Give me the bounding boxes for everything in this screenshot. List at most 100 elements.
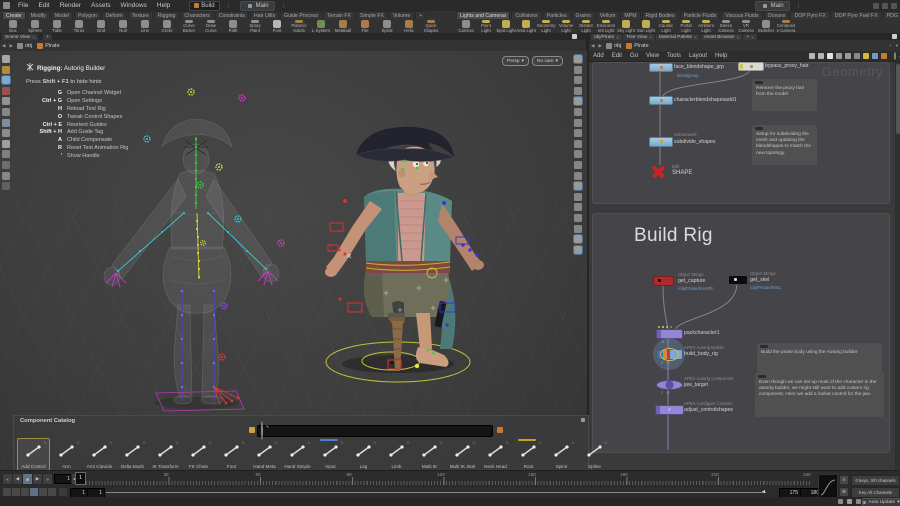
shelf-tool[interactable]: Sky Light xyxy=(616,19,636,33)
path-node[interactable]: Pirate xyxy=(45,43,59,49)
shelf-tool[interactable]: Sun Light xyxy=(636,19,656,33)
shelf-tab[interactable]: Terrain FX xyxy=(323,11,355,19)
star-icon[interactable]: ☆ xyxy=(208,440,212,446)
close-icon[interactable]: × xyxy=(694,35,697,40)
catalog-item[interactable]: ☆ Leg xyxy=(347,438,380,471)
star-icon[interactable]: ☆ xyxy=(340,440,344,446)
close-icon[interactable]: × xyxy=(32,35,35,40)
star-icon[interactable]: ☆ xyxy=(505,440,509,446)
shelf-tool[interactable]: Sphere xyxy=(24,19,46,33)
filter-star-icon[interactable] xyxy=(249,427,255,433)
grid-display-icon[interactable] xyxy=(574,203,582,211)
star-icon[interactable]: ☆ xyxy=(142,440,146,446)
shelf-tab[interactable]: Constraints xyxy=(215,11,249,19)
menu-item[interactable]: View xyxy=(642,53,663,59)
snapshot-icon[interactable] xyxy=(827,53,833,59)
shelf-tab[interactable]: Lights and Cameras xyxy=(456,11,510,19)
list-icon[interactable] xyxy=(845,53,851,59)
menu-item[interactable]: File xyxy=(13,2,33,9)
shelf-tab[interactable]: Vellum xyxy=(596,11,620,19)
shelf-tool[interactable]: Draw Curve xyxy=(200,19,222,33)
star-icon[interactable]: ☆ xyxy=(406,440,410,446)
shelf-tool[interactable]: Ambient Light xyxy=(696,19,716,33)
shelf-tab[interactable]: Rigid Bodies xyxy=(642,11,679,19)
node-subdivide-shapes[interactable] xyxy=(649,137,673,147)
menu-item[interactable]: Layout xyxy=(685,53,711,59)
catalog-item[interactable]: ☆ Spline xyxy=(578,438,611,471)
star-icon[interactable]: ☆ xyxy=(175,440,179,446)
forward-icon[interactable]: ▶ xyxy=(9,43,12,49)
points-display-icon[interactable] xyxy=(574,97,582,105)
shelf-tool[interactable]: Torus xyxy=(68,19,90,33)
pane-maximize-icon[interactable] xyxy=(892,34,897,39)
lock-icon[interactable] xyxy=(574,76,582,84)
catalog-item[interactable]: ☆ IK Transform xyxy=(149,438,182,471)
key-tool-icon[interactable] xyxy=(2,150,10,158)
star-icon[interactable]: ☆ xyxy=(538,440,542,446)
shelf-tool[interactable]: Platonic Solids xyxy=(288,19,310,33)
sticky-collapse-icon[interactable] xyxy=(755,127,763,130)
catalog-item[interactable]: ☆ Hand Meta xyxy=(248,438,281,471)
pirate-character[interactable] xyxy=(325,127,484,382)
shelf-tool[interactable]: Caustic Light xyxy=(656,19,676,33)
sticky-note[interactable]: Even though we can set up most of the ch… xyxy=(755,373,884,417)
timeline-ruler[interactable]: 306090120150180210240 1 xyxy=(77,473,810,485)
pane-link-main-right[interactable]: Main xyxy=(755,1,790,11)
scale-tool-icon[interactable] xyxy=(2,97,10,105)
path-context[interactable]: obj xyxy=(25,43,32,49)
node-face-blendshape-grp[interactable] xyxy=(649,63,673,72)
normals-icon[interactable] xyxy=(574,108,582,116)
node-get-skel[interactable] xyxy=(728,275,748,285)
star-icon[interactable]: ☆ xyxy=(604,440,608,446)
node-characterblendshapesadd1[interactable] xyxy=(649,96,673,105)
shelf-tool[interactable]: Spot Light xyxy=(496,19,516,33)
catalog-item[interactable]: ☆ FK Chain xyxy=(182,438,215,471)
menu-item[interactable]: Edit xyxy=(608,53,626,59)
shelf-tool[interactable]: Spray Paint xyxy=(244,19,266,33)
pose-tool-icon[interactable] xyxy=(2,108,10,116)
shelf-tool[interactable]: Grid xyxy=(90,19,112,33)
shelf-tool[interactable]: Environment Light xyxy=(596,19,616,33)
desktop-selector[interactable]: Build xyxy=(189,1,219,11)
shelf-tab[interactable]: Texture xyxy=(128,11,153,19)
snap-tool-icon[interactable] xyxy=(2,129,10,137)
close-icon[interactable]: × xyxy=(737,35,740,40)
menu-item[interactable]: Help xyxy=(711,53,731,59)
network-scrollbar[interactable] xyxy=(896,62,900,470)
layout-icon[interactable] xyxy=(873,3,879,9)
shade-mode-icon[interactable] xyxy=(574,66,582,74)
shelf-tab[interactable]: Viscous Fluids xyxy=(721,11,762,19)
channel-list-icon[interactable]: ≡ xyxy=(839,475,849,485)
memory-icon[interactable] xyxy=(856,499,861,504)
star-icon[interactable]: ☆ xyxy=(472,440,476,446)
node-jaw-target[interactable] xyxy=(656,380,683,390)
pane-split-icon[interactable] xyxy=(882,3,888,9)
sticky-note[interactable]: Setup for subdividing the mesh and updat… xyxy=(752,125,817,165)
close-icon[interactable]: × xyxy=(616,35,619,40)
auto-update-dropdown[interactable]: Auto Update ▾ xyxy=(862,498,900,506)
star-icon[interactable]: ☆ xyxy=(439,440,443,446)
shape-palette-icon[interactable] xyxy=(872,53,878,59)
grid-icon[interactable] xyxy=(836,53,842,59)
cameras-icon[interactable] xyxy=(574,193,582,201)
shelf-tool[interactable]: Null xyxy=(112,19,134,33)
cook-status-icon[interactable] xyxy=(847,499,852,504)
sticky-collapse-icon[interactable] xyxy=(758,375,766,378)
menu-item[interactable]: Add xyxy=(589,53,608,59)
node-shape-error[interactable] xyxy=(652,165,665,178)
close-icon[interactable] xyxy=(891,3,897,9)
sticky-note[interactable]: Remove the proxy hair from the model xyxy=(752,79,817,111)
catalog-item[interactable]: ☆ Arm Clavicle xyxy=(83,438,116,471)
menu-item[interactable]: Go xyxy=(626,53,642,59)
menu-item[interactable]: Edit xyxy=(33,2,54,9)
star-icon[interactable]: ☆ xyxy=(76,440,80,446)
shelf-tool[interactable]: Quick Shapes xyxy=(420,19,442,33)
menu-item[interactable]: Tools xyxy=(663,53,685,59)
catalog-item[interactable]: ☆ Delta Mush xyxy=(116,438,149,471)
shelf-tool[interactable]: Spiral xyxy=(376,19,398,33)
shelf-tab[interactable]: Simple FX xyxy=(356,11,388,19)
wireframe-icon[interactable] xyxy=(574,119,582,127)
range-slider[interactable] xyxy=(106,492,766,493)
handles-display-icon[interactable] xyxy=(574,182,582,190)
shelf-tool[interactable]: Circle xyxy=(156,19,178,33)
